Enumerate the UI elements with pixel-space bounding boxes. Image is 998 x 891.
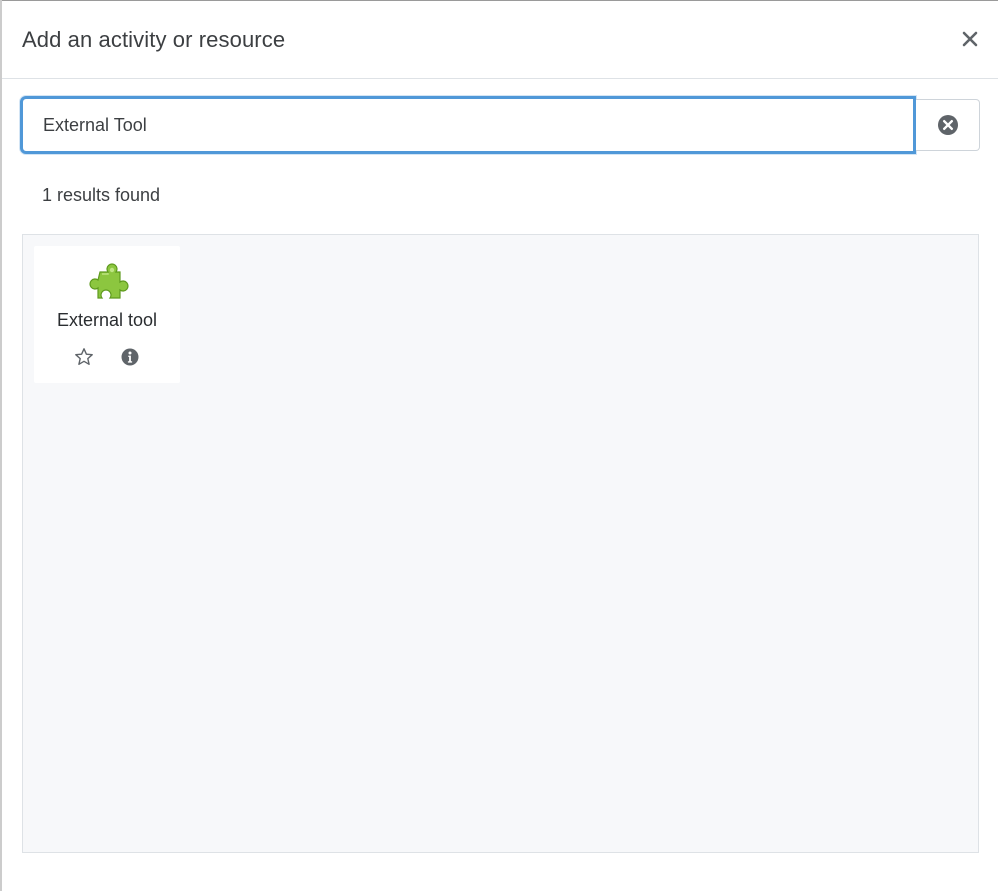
puzzle-piece-icon bbox=[89, 263, 129, 299]
activity-card-external-tool[interactable]: External tool bbox=[34, 246, 180, 383]
results-count: 1 results found bbox=[42, 185, 161, 205]
info-button[interactable] bbox=[119, 346, 141, 368]
search-input[interactable] bbox=[23, 99, 913, 151]
close-button[interactable] bbox=[958, 25, 982, 53]
modal-title: Add an activity or resource bbox=[22, 27, 286, 52]
page: Add an activity or resource 1 results fo… bbox=[0, 0, 998, 891]
close-icon bbox=[962, 31, 978, 47]
search-row bbox=[20, 96, 980, 154]
info-circle-icon bbox=[121, 348, 139, 366]
modal-header: Add an activity or resource bbox=[2, 1, 998, 79]
star-outline-icon bbox=[75, 348, 93, 365]
results-panel: External tool bbox=[22, 234, 979, 853]
search-input-wrap bbox=[20, 96, 916, 154]
star-favourite-button[interactable] bbox=[73, 346, 95, 368]
clear-circle-x-icon bbox=[937, 115, 958, 135]
activity-name: External tool bbox=[56, 310, 158, 330]
clear-search-button[interactable] bbox=[916, 99, 980, 151]
add-activity-modal: Add an activity or resource 1 results fo… bbox=[2, 0, 998, 891]
